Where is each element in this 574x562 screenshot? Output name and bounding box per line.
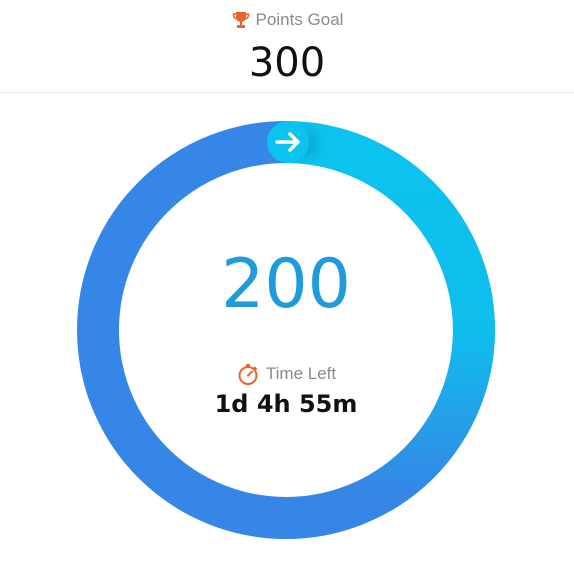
progress-ring-graphic: [77, 121, 495, 539]
progress-ring: [76, 120, 496, 540]
points-goal-value: 300: [248, 40, 326, 86]
time-left-label-row: Time Left: [76, 362, 496, 386]
time-left-label: Time Left: [265, 364, 337, 383]
points-goal-header: Points Goal 300: [0, 0, 574, 93]
points-goal-label-row: Points Goal: [0, 10, 574, 30]
stopwatch-icon: [236, 362, 260, 386]
points-value: 200: [221, 245, 351, 324]
time-left-value: 1d 4h 55m: [214, 390, 358, 418]
points-goal-label: Points Goal: [255, 10, 344, 29]
trophy-icon: [231, 10, 251, 30]
